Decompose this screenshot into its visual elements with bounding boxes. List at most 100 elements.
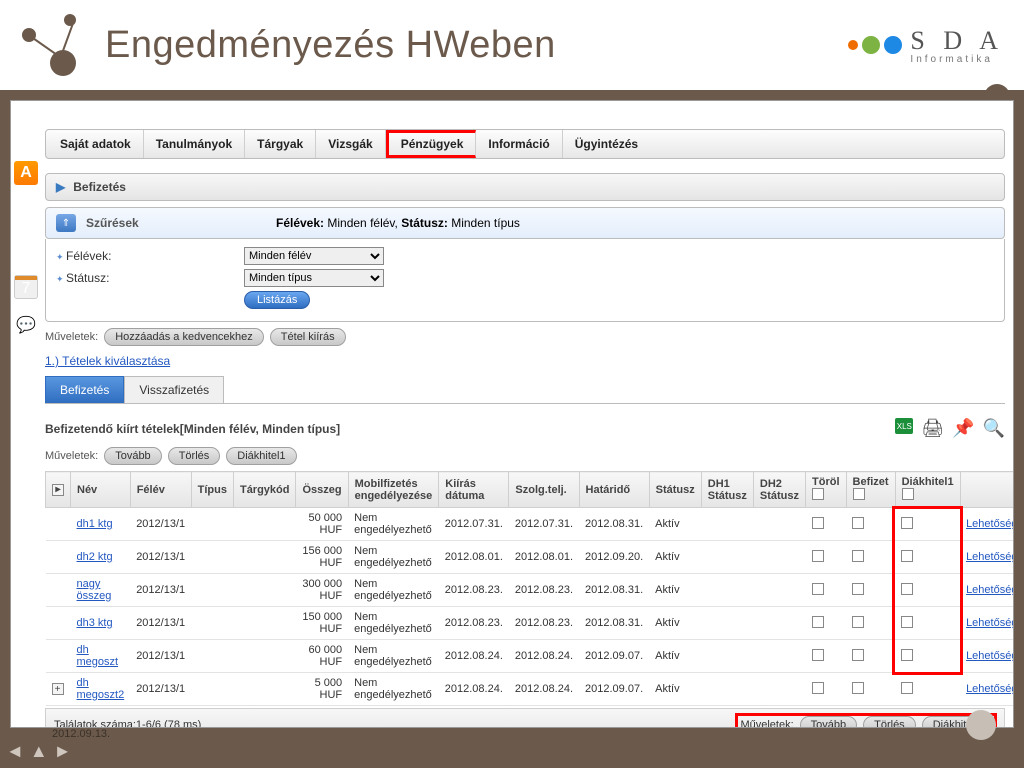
pay-checkbox[interactable] — [852, 616, 864, 628]
nav-prev-icon[interactable]: ◄ — [6, 741, 24, 762]
export-xls-icon[interactable]: XLS — [895, 418, 913, 434]
pay-checkbox[interactable] — [852, 649, 864, 661]
print-icon[interactable]: 🖨 — [921, 418, 944, 439]
col-diakhitel[interactable]: Diákhitel1 — [895, 472, 960, 508]
col-dh1[interactable]: DH1 Státusz — [701, 472, 753, 508]
col-statusz[interactable]: Státusz — [649, 472, 701, 508]
side-chat-icon[interactable]: 💬 — [14, 313, 38, 337]
expand-icon[interactable]: + — [52, 683, 64, 695]
delete-checkbox[interactable] — [812, 649, 824, 661]
step1-link[interactable]: 1.) Tételek kiválasztása — [45, 354, 170, 368]
nav-up-icon[interactable]: ▲ — [30, 741, 48, 762]
pin-icon[interactable]: 📌 — [952, 418, 974, 439]
col-kiiras[interactable]: Kiírás dátuma — [439, 472, 509, 508]
row-name-link[interactable]: dh2 ktg — [77, 551, 113, 563]
tab-visszafizetes[interactable]: Visszafizetés — [124, 376, 224, 403]
pay-checkbox[interactable] — [852, 583, 864, 595]
sub-tabs: Befizetés Visszafizetés — [45, 376, 1005, 403]
options-link[interactable]: Lehetőségek — [966, 683, 1014, 695]
filter-block-title: Szűrések — [86, 216, 266, 230]
col-targykod[interactable]: Tárgykód — [233, 472, 296, 508]
col-exp[interactable]: ▸ — [46, 472, 71, 508]
footer-next-button[interactable]: Tovább — [800, 716, 857, 728]
diakhitel-checkbox[interactable] — [901, 682, 913, 694]
main-tab-2[interactable]: Tárgyak — [245, 130, 316, 158]
filter-sum-v2: Minden típus — [451, 216, 520, 230]
delete-button[interactable]: Törlés — [168, 447, 221, 465]
main-tabs: Saját adatokTanulmányokTárgyakVizsgákPén… — [45, 129, 1005, 159]
ops1-label: Műveletek: — [45, 331, 98, 343]
delete-checkbox[interactable] — [812, 682, 824, 694]
diakhitel-checkbox[interactable] — [901, 550, 913, 562]
col-felev[interactable]: Félév — [130, 472, 191, 508]
options-link[interactable]: Lehetőségek — [966, 617, 1014, 629]
row-name-link[interactable]: nagy összeg — [77, 578, 112, 602]
pay-checkbox[interactable] — [852, 550, 864, 562]
col-nev[interactable]: Név — [71, 472, 131, 508]
ops-row-1: Műveletek: Hozzáadás a kedvencekhez Téte… — [45, 328, 1005, 346]
delete-checkbox[interactable] — [812, 517, 824, 529]
tetel-kiiras-button[interactable]: Tétel kiírás — [270, 328, 346, 346]
side-calendar-icon[interactable]: 7 — [14, 275, 38, 299]
main-tab-1[interactable]: Tanulmányok — [144, 130, 245, 158]
col-befizet[interactable]: Befizet — [846, 472, 895, 508]
filter-sum-v1: Minden félév, — [327, 216, 397, 230]
select-statusz[interactable]: Minden típus — [244, 269, 384, 287]
table-footer: Találatok száma:1-6/6 (78 ms) Műveletek:… — [45, 708, 1005, 728]
diakhitel-checkbox[interactable] — [901, 649, 913, 661]
col-leh[interactable] — [960, 472, 1014, 508]
select-felevek[interactable]: Minden félév — [244, 247, 384, 265]
items-table: ▸NévFélévTípusTárgykódÖsszegMobilfizetés… — [45, 471, 1014, 706]
brand-text: S D A — [910, 26, 1004, 56]
footer-delete-button[interactable]: Törlés — [863, 716, 916, 728]
footer-ops-label: Műveletek: — [740, 719, 793, 728]
result-count: Találatok száma:1-6/6 (78 ms) — [54, 719, 201, 728]
row-name-link[interactable]: dh3 ktg — [77, 617, 113, 629]
table-row: dh2 ktg2012/13/1156 000 HUFNem engedélye… — [46, 541, 1015, 574]
label-statusz: Státusz: — [56, 271, 236, 285]
row-name-link[interactable]: dh megoszt — [77, 644, 119, 668]
main-tab-3[interactable]: Vizsgák — [316, 130, 385, 158]
pay-checkbox[interactable] — [852, 682, 864, 694]
section-header: ▶ Befizetés — [45, 173, 1005, 201]
side-alert-icon[interactable]: A — [14, 161, 38, 185]
col-torol[interactable]: Töröl — [806, 472, 847, 508]
filter-collapse-icon[interactable]: ⇑ — [56, 214, 76, 232]
options-link[interactable]: Lehetőségek — [966, 584, 1014, 596]
col-mobil[interactable]: Mobilfizetés engedélyezése — [348, 472, 439, 508]
delete-checkbox[interactable] — [812, 616, 824, 628]
add-favorites-button[interactable]: Hozzáadás a kedvencekhez — [104, 328, 264, 346]
col-hatarido[interactable]: Határidő — [579, 472, 649, 508]
options-link[interactable]: Lehetőségek — [966, 551, 1014, 563]
col-dh2[interactable]: DH2 Státusz — [753, 472, 805, 508]
nav-next-icon[interactable]: ► — [54, 741, 72, 762]
diakhitel-button[interactable]: Diákhitel1 — [226, 447, 296, 465]
options-link[interactable]: Lehetőségek — [966, 518, 1014, 530]
col-osszeg[interactable]: Összeg — [296, 472, 348, 508]
main-tab-5[interactable]: Információ — [476, 130, 562, 158]
main-tab-4[interactable]: Pénzügyek — [386, 130, 477, 158]
main-tab-0[interactable]: Saját adatok — [48, 130, 144, 158]
table-row: +dh megoszt22012/13/15 000 HUFNem engedé… — [46, 673, 1015, 706]
side-star-icon[interactable]: ★ — [14, 237, 38, 261]
list-button[interactable]: Listázás — [244, 291, 310, 309]
col-szolg[interactable]: Szolg.telj. — [509, 472, 579, 508]
side-mail-icon[interactable]: ✉ — [14, 199, 38, 223]
filter-sum-l1: Félévek: — [276, 216, 324, 230]
delete-checkbox[interactable] — [812, 583, 824, 595]
main-tab-6[interactable]: Ügyintézés — [563, 130, 650, 158]
options-link[interactable]: Lehetőségek — [966, 650, 1014, 662]
next-button[interactable]: Tovább — [104, 447, 161, 465]
search-icon[interactable]: 🔍 — [983, 418, 1005, 439]
row-name-link[interactable]: dh megoszt2 — [77, 677, 125, 701]
diakhitel-checkbox[interactable] — [901, 583, 913, 595]
row-name-link[interactable]: dh1 ktg — [77, 518, 113, 530]
diakhitel-checkbox[interactable] — [901, 517, 913, 529]
delete-checkbox[interactable] — [812, 550, 824, 562]
diakhitel-checkbox[interactable] — [901, 616, 913, 628]
filter-summary: ⇑ Szűrések Félévek: Minden félév, Státus… — [45, 207, 1005, 239]
pay-checkbox[interactable] — [852, 517, 864, 529]
section-title: Befizetés — [73, 180, 126, 194]
tab-befizetes[interactable]: Befizetés — [45, 376, 124, 403]
col-tipus[interactable]: Típus — [191, 472, 233, 508]
